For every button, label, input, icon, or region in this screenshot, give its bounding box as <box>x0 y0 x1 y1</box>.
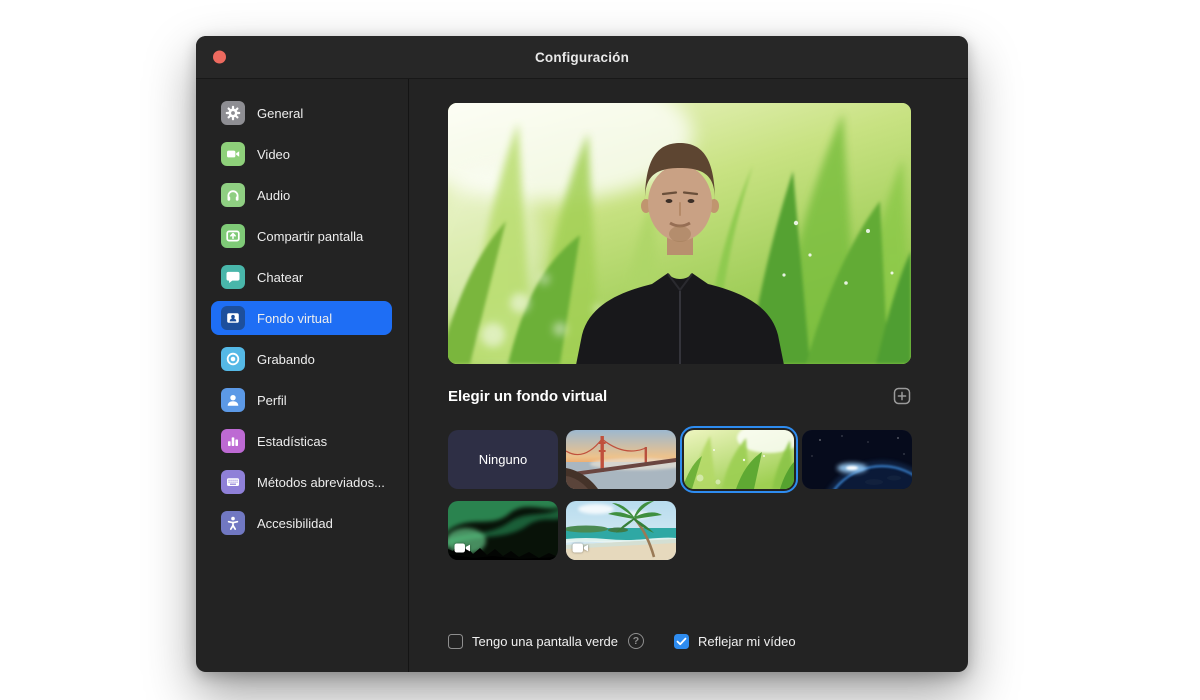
sidebar-item-label: Chatear <box>257 270 303 285</box>
bg-option-earth[interactable] <box>802 430 912 489</box>
green-screen-checkbox[interactable] <box>448 634 463 649</box>
sidebar-item-audio[interactable]: Audio <box>211 178 392 212</box>
window-body: General Video <box>196 79 968 672</box>
video-badge-icon <box>454 542 471 554</box>
gear-icon <box>221 101 245 125</box>
share-screen-icon <box>221 224 245 248</box>
bg-option-ninguno[interactable]: Ninguno <box>448 430 558 489</box>
sidebar-item-profile[interactable]: Perfil <box>211 383 392 417</box>
accessibility-icon <box>221 511 245 535</box>
sidebar-item-shortcuts[interactable]: Métodos abreviados... <box>211 465 392 499</box>
mirror-video-option: Reflejar mi vídeo <box>674 634 796 649</box>
titlebar: Configuración <box>196 36 968 79</box>
sidebar-item-label: Compartir pantalla <box>257 229 363 244</box>
footer-options: Tengo una pantalla verde ? Reflejar mi v… <box>448 633 911 649</box>
none-label: Ninguno <box>479 452 527 467</box>
section-header: Elegir un fondo virtual <box>448 387 911 405</box>
mirror-video-label: Reflejar mi vídeo <box>698 634 796 649</box>
add-background-button[interactable] <box>893 387 911 405</box>
window-title: Configuración <box>535 50 629 65</box>
video-camera-icon <box>221 142 245 166</box>
sidebar-item-label: Perfil <box>257 393 287 408</box>
bg-option-golden-gate[interactable] <box>566 430 676 489</box>
settings-window: Configuración <box>196 36 968 672</box>
record-icon <box>221 347 245 371</box>
sidebar-item-label: Fondo virtual <box>257 311 332 326</box>
background-grid: Ninguno <box>448 430 911 560</box>
sidebar-item-accessibility[interactable]: Accesibilidad <box>211 506 392 540</box>
sidebar-item-recording[interactable]: Grabando <box>211 342 392 376</box>
video-preview <box>448 103 911 364</box>
sidebar-item-label: Accesibilidad <box>257 516 333 531</box>
sidebar-item-label: Grabando <box>257 352 315 367</box>
sidebar-item-label: Audio <box>257 188 290 203</box>
bg-option-beach[interactable] <box>566 501 676 560</box>
close-button[interactable] <box>213 51 226 64</box>
bg-option-aurora[interactable] <box>448 501 558 560</box>
keyboard-icon <box>221 470 245 494</box>
bg-option-grass[interactable] <box>684 430 794 489</box>
bar-chart-icon <box>221 429 245 453</box>
sidebar-item-share-screen[interactable]: Compartir pantalla <box>211 219 392 253</box>
sidebar-item-virtual-background[interactable]: Fondo virtual <box>211 301 392 335</box>
video-badge-icon <box>572 542 589 554</box>
green-screen-option: Tengo una pantalla verde ? <box>448 633 644 649</box>
mirror-video-checkbox[interactable] <box>674 634 689 649</box>
main-panel: Elegir un fondo virtual Ninguno <box>409 79 968 672</box>
virtual-background-icon <box>221 306 245 330</box>
sidebar: General Video <box>196 79 409 672</box>
sidebar-item-label: Estadísticas <box>257 434 327 449</box>
help-icon[interactable]: ? <box>628 633 644 649</box>
sidebar-item-label: Métodos abreviados... <box>257 475 385 490</box>
green-screen-label: Tengo una pantalla verde <box>472 634 618 649</box>
sidebar-item-chat[interactable]: Chatear <box>211 260 392 294</box>
desktop: Configuración <box>0 0 1200 700</box>
sidebar-item-video[interactable]: Video <box>211 137 392 171</box>
sidebar-item-statistics[interactable]: Estadísticas <box>211 424 392 458</box>
person-icon <box>221 388 245 412</box>
headphones-icon <box>221 183 245 207</box>
sidebar-item-label: General <box>257 106 303 121</box>
sidebar-item-general[interactable]: General <box>211 96 392 130</box>
chat-bubble-icon <box>221 265 245 289</box>
section-title: Elegir un fondo virtual <box>448 388 607 405</box>
sidebar-item-label: Video <box>257 147 290 162</box>
